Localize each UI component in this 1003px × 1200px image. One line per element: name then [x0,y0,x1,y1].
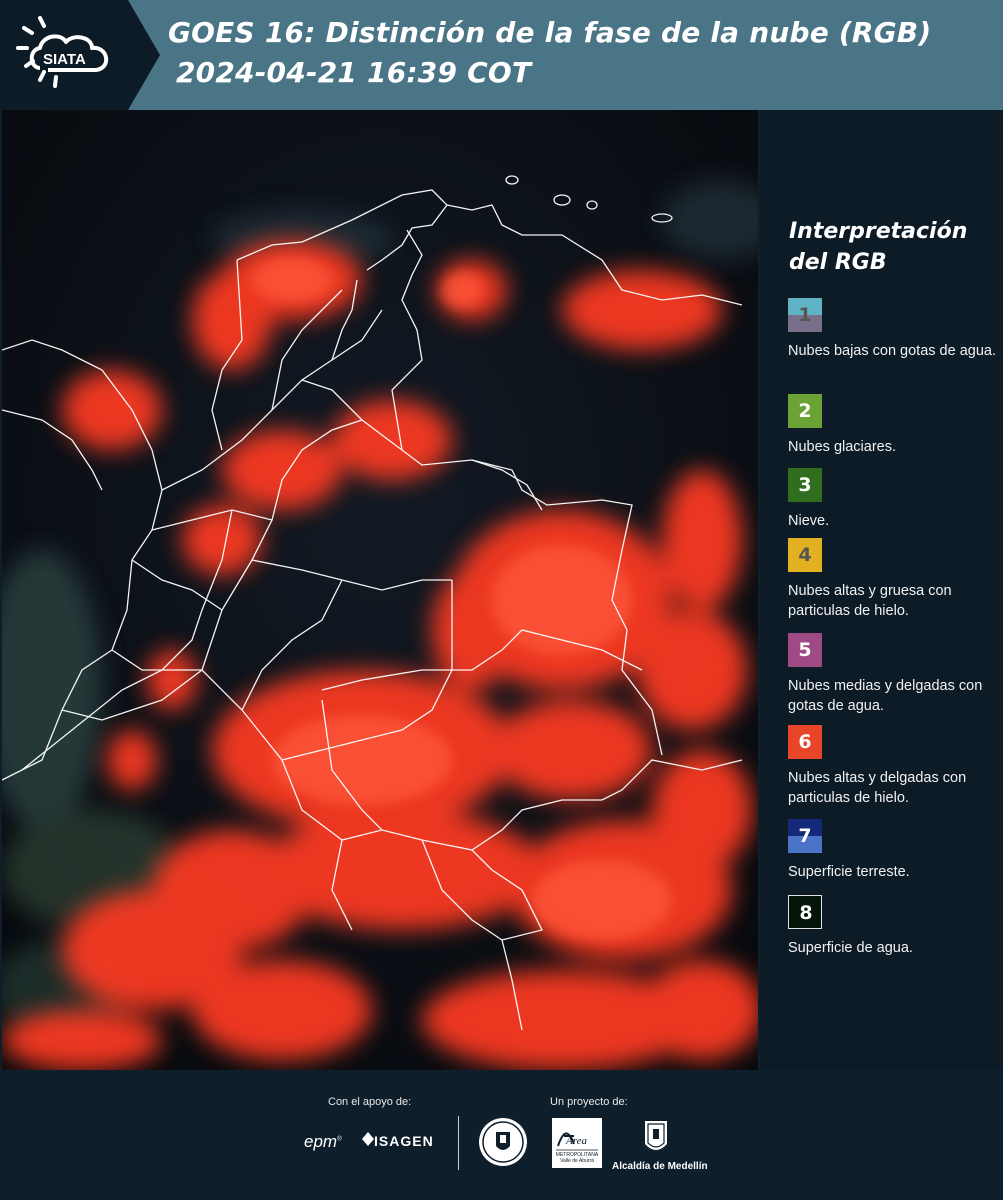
legend-number: 4 [798,544,812,566]
legend-number: 3 [798,474,812,496]
epm-logo: epm® [304,1132,342,1151]
legend-item-2: 2 Nubes glaciares. [788,394,1003,457]
legend-label: Nubes altas y delgadas con particulas de… [788,770,967,806]
legend-item-4: 4 Nubes altas y gruesa con particulas de… [788,538,1003,621]
legend-swatch: 8 [788,895,822,929]
alcaldia-label: Alcaldía de Medellín [612,1161,708,1172]
legend-number: 2 [798,400,812,422]
footer-divider [458,1116,459,1170]
legend-label: Superficie de agua. [788,940,913,956]
isagen-mark-icon [362,1132,374,1149]
header-bar: SIATA GOES 16: Distinción de la fase de … [0,0,1003,110]
legend-item-6: 6 Nubes altas y delgadas con particulas … [788,725,1003,808]
legend-label: Nubes altas y gruesa con particulas de h… [788,583,952,619]
legend-swatch: 7 [788,819,822,853]
medellin-shield-icon [642,1118,670,1162]
legend-item-7: 7 Superficie terreste. [788,819,1003,882]
epm-logo-text: epm [304,1132,338,1151]
legend-number: 1 [798,304,812,326]
legend-label: Nubes glaciares. [788,439,896,455]
siata-logo: SIATA [0,0,160,110]
logo-text: SIATA [43,51,86,68]
legend-label: Nieve. [788,513,830,529]
legend-swatch: 4 [788,538,822,572]
legend-title-line1: Interpretación [789,219,968,244]
legend-panel: Interpretación del RGB 1 Nubes bajas con… [760,110,1003,1070]
legend-label: Nubes medias y delgadas con gotas de agu… [788,678,983,714]
amva-label: METROPOLITANA Valle de Aburrá [555,1152,599,1164]
legend-number: 8 [799,902,813,924]
legend-swatch: 1 [788,298,822,332]
university-seal-icon [478,1116,528,1172]
legend-number: 7 [798,825,812,847]
amva-script-text: Área [565,1135,587,1147]
legend-swatch: 3 [788,468,822,502]
legend-item-3: 3 Nieve. [788,468,1003,531]
isagen-logo-text: ISAGEN [374,1133,434,1149]
footer: Con el apoyo de: Un proyecto de: epm® IS… [0,1070,1003,1200]
legend-swatch: 6 [788,725,822,759]
legend-number: 6 [798,731,812,753]
legend-swatch: 5 [788,633,822,667]
legend-label: Superficie terreste. [788,864,910,880]
legend-title-line2: del RGB [789,250,887,275]
legend-swatch: 2 [788,394,822,428]
satellite-image [2,110,758,1070]
legend-label: Nubes bajas con gotas de agua. [788,343,996,359]
project-caption: Un proyecto de: [550,1096,628,1108]
legend-item-5: 5 Nubes medias y delgadas con gotas de a… [788,633,1003,716]
legend-item-1: 1 Nubes bajas con gotas de agua. [788,298,1003,361]
legend-title: Interpretación del RGB [789,216,999,278]
page-title: GOES 16: Distinción de la fase de la nub… [168,16,932,49]
timestamp: 2024-04-21 16:39 COT [176,56,532,89]
isagen-logo: ISAGEN [362,1132,434,1149]
legend-number: 5 [798,639,812,661]
legend-item-8: 8 Superficie de agua. [788,895,1003,958]
support-caption: Con el apoyo de: [328,1096,412,1108]
